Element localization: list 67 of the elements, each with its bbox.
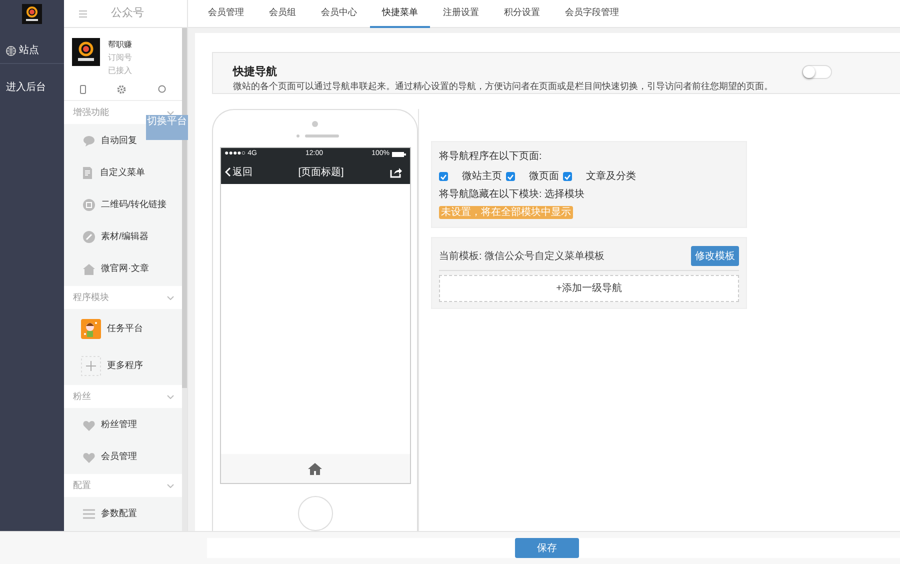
phone-icon[interactable] (80, 84, 86, 94)
home-icon (83, 264, 95, 274)
rail-item[interactable]: 进入后台 (6, 80, 46, 94)
toggle-switch[interactable] (802, 65, 832, 79)
sidebar-item[interactable]: 任务平台 (107, 322, 143, 336)
current-template: 当前模板: 微信公众号自定义菜单模板 (439, 250, 605, 264)
account-name: 帮职赚 (108, 39, 132, 51)
sidebar-item[interactable]: 自定义菜单 (100, 166, 145, 180)
chat-icon (83, 135, 95, 147)
heart-icon (83, 420, 95, 430)
globe-icon (6, 46, 16, 56)
logo-icon (22, 4, 42, 24)
tab[interactable]: 会员中心 (309, 0, 369, 28)
rail-item[interactable]: 站点 (19, 43, 39, 58)
menu-icon[interactable] (79, 10, 87, 18)
tab[interactable]: 快捷菜单 (370, 0, 430, 28)
add-nav-button[interactable]: +添加一级导航 (439, 275, 739, 302)
section-title: 快捷导航 (233, 65, 277, 79)
save-button[interactable]: 保存 (515, 538, 579, 558)
chevron-down-icon[interactable] (167, 110, 174, 114)
sidebar-item[interactable]: 参数配置 (101, 507, 137, 521)
tab[interactable]: 会员字段管理 (553, 0, 631, 28)
circle-icon[interactable] (158, 85, 166, 94)
sidebar-item[interactable]: 二维码/转化链接 (101, 198, 167, 212)
list-icon (83, 509, 95, 519)
tooltip: 切换平台 (146, 115, 188, 140)
chevron-down-icon[interactable] (167, 394, 174, 398)
notice-badge: 未设置，将在全部模块中显示 (439, 206, 573, 219)
tab[interactable]: 会员管理 (196, 0, 256, 28)
section-description: 微站的各个页面可以通过导航串联起来。通过精心设置的导航，方便访问者在页面或是栏目间快速切换，引导访问者前往您期望的页面。 (233, 80, 774, 93)
document-icon (83, 167, 94, 179)
sidebar-title: 公众号 (111, 6, 144, 22)
field-label: 将导航程序在以下页面: (439, 150, 543, 164)
field-label: 将导航隐藏在以下模块: 选择模块 (439, 188, 586, 202)
edit-template-button[interactable]: 修改模板 (691, 246, 739, 266)
checkbox[interactable] (506, 172, 515, 181)
sidebar-item[interactable]: 素材/编辑器 (101, 230, 149, 244)
sidebar-item[interactable]: 更多程序 (107, 358, 143, 372)
app-picture-icon (81, 318, 101, 338)
sidebar-item[interactable]: 自动回复 (101, 134, 137, 148)
account-logo-icon (72, 38, 100, 66)
account-type: 订阅号 (108, 52, 132, 64)
pencil-icon (83, 231, 95, 243)
tab[interactable]: 会员组 (257, 0, 308, 28)
plus-icon (81, 356, 101, 376)
tab[interactable]: 注册设置 (431, 0, 491, 28)
sidebar-item[interactable]: 粉丝管理 (101, 418, 137, 432)
checkbox-label[interactable]: 文章及分类 (586, 169, 636, 184)
settings-icon[interactable] (117, 84, 126, 94)
home-icon[interactable] (308, 462, 322, 474)
checkbox-label[interactable]: 微站主页 (462, 169, 502, 184)
sidebar-item[interactable]: 微官网·文章 (101, 262, 149, 276)
chevron-down-icon[interactable] (167, 296, 174, 300)
heart-icon (83, 452, 95, 462)
badge-icon (83, 199, 95, 211)
back-button[interactable]: 返回 (224, 164, 252, 180)
share-icon[interactable] (390, 166, 402, 178)
sidebar-item[interactable]: 会员管理 (101, 450, 137, 464)
account-status: 已接入 (108, 65, 132, 77)
checkbox[interactable] (563, 172, 572, 181)
page-title: [页面标题] (297, 166, 345, 180)
battery-icon (392, 152, 406, 157)
chevron-left-icon (224, 167, 230, 177)
tab[interactable]: 积分设置 (492, 0, 552, 28)
checkbox[interactable] (439, 172, 448, 181)
chevron-down-icon[interactable] (167, 484, 174, 488)
checkbox-label[interactable]: 微页面 (529, 169, 559, 184)
